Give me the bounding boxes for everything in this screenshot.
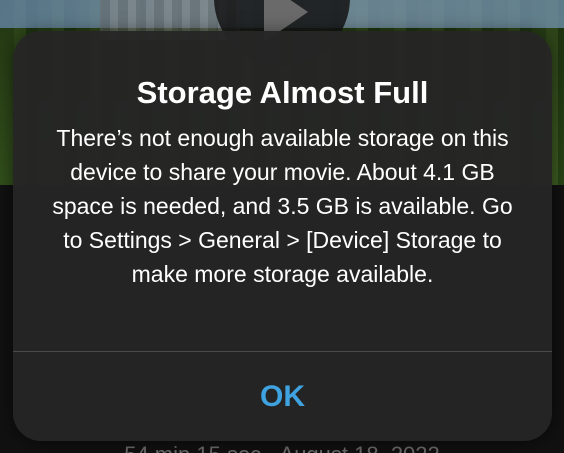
video-info-caption: 54 min 15 sec · August 18, 2022	[0, 442, 564, 453]
alert-title: Storage Almost Full	[136, 75, 429, 110]
ok-button[interactable]: OK	[13, 352, 552, 441]
storage-alert-dialog: Storage Almost Full There’s not enough a…	[13, 31, 552, 441]
screen: 54 min 15 sec · August 18, 2022 Storage …	[0, 0, 564, 453]
alert-message: There’s not enough available storage on …	[52, 125, 513, 287]
